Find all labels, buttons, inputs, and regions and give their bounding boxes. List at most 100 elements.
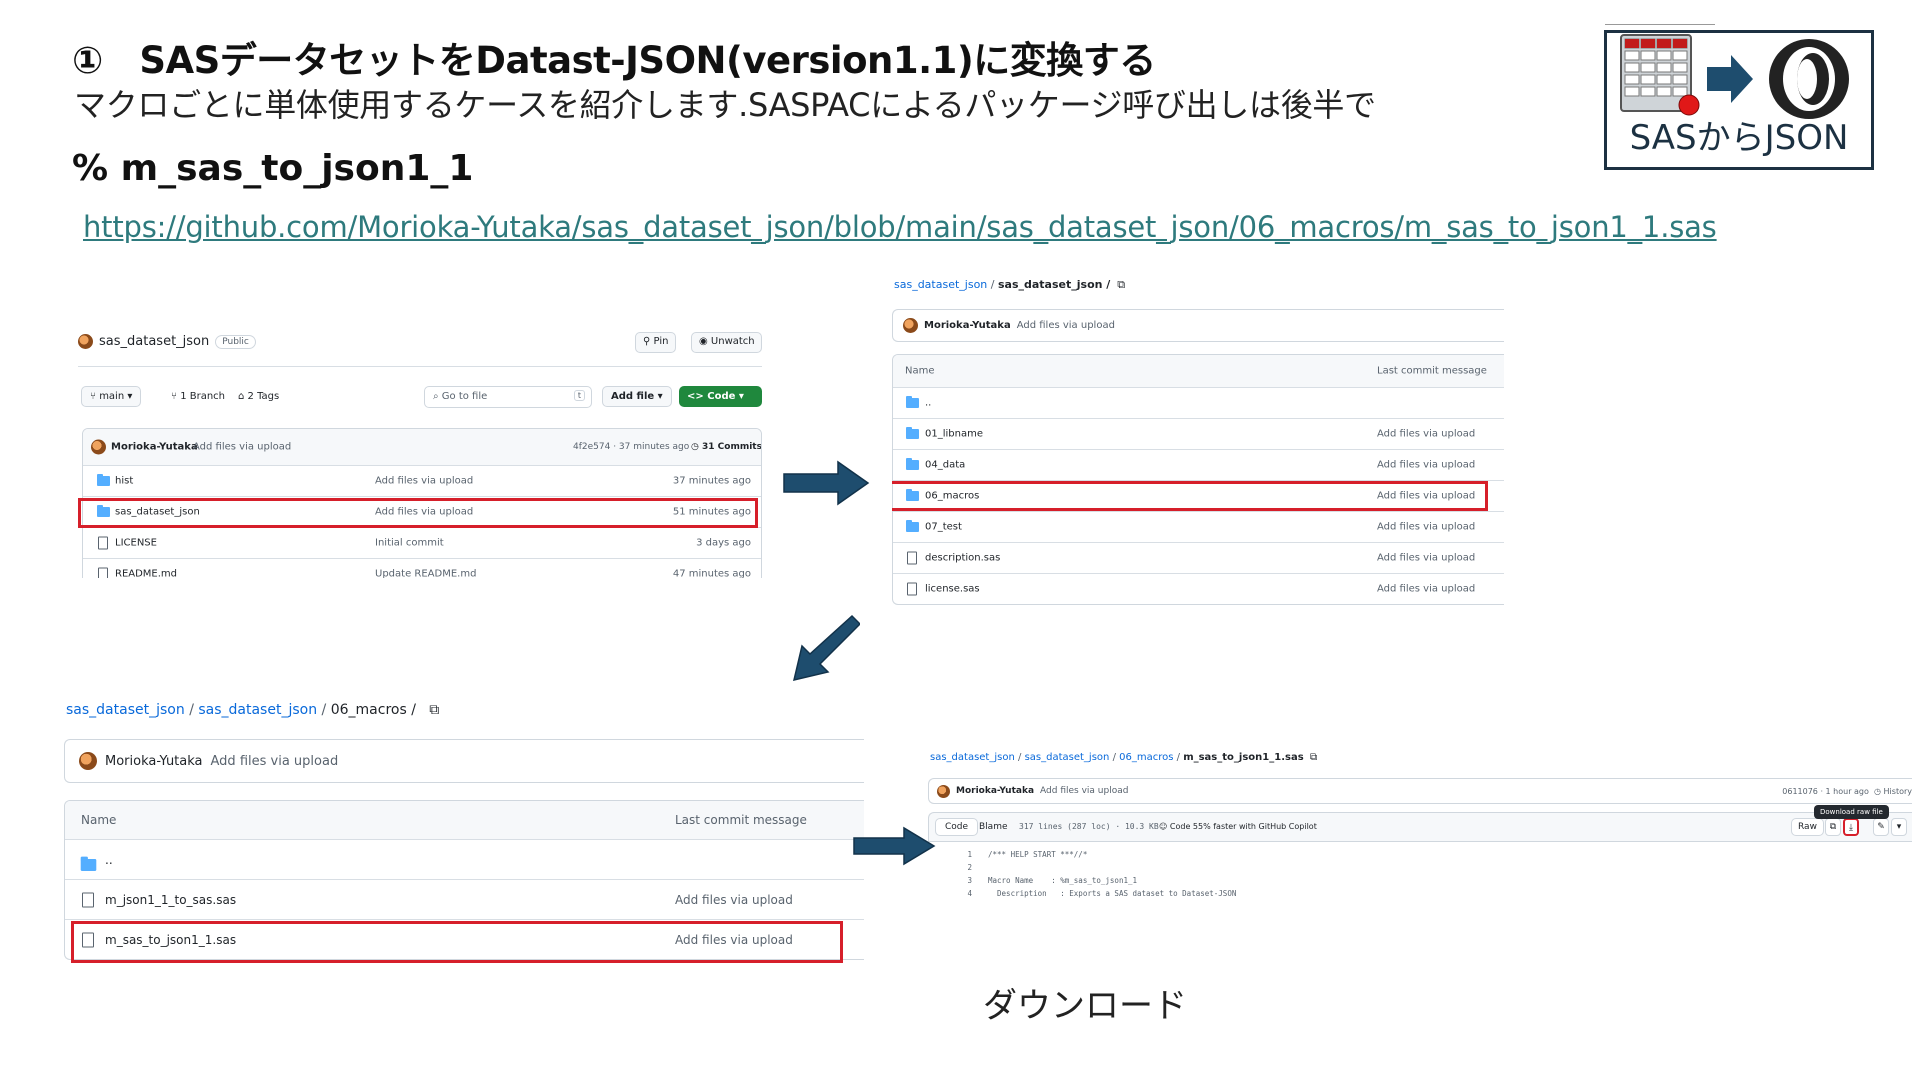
avatar (91, 439, 106, 455)
line-number: 4 (967, 889, 972, 898)
file-icon (98, 536, 108, 550)
macro-url-link[interactable]: https://github.com/Morioka-Yutaka/sas_da… (83, 210, 1717, 244)
file-icon (82, 892, 94, 907)
commit-author[interactable]: Morioka-Yutaka (111, 442, 198, 453)
history-icon: ◷ (1871, 786, 1884, 796)
row-commit-message[interactable]: Add files via upload (1377, 553, 1475, 564)
breadcrumb-mid[interactable]: sas_dataset_json (198, 702, 317, 718)
unwatch-button[interactable]: ◉ Unwatch (691, 332, 762, 353)
table-row[interactable]: 01_libname Add files via upload (893, 418, 1504, 449)
repo-name[interactable]: sas_dataset_json (99, 334, 209, 349)
copy-path-icon[interactable]: ⧉ (1114, 278, 1125, 291)
tags-link[interactable]: ⌂ 2 Tags (238, 391, 279, 402)
tab-code[interactable]: Code (935, 818, 979, 836)
commit-meta[interactable]: 4f2e574 · 37 minutes ago (573, 442, 689, 452)
go-to-file-input[interactable]: ⌕ Go to file t (424, 386, 592, 408)
breadcrumb-root[interactable]: sas_dataset_json (930, 752, 1015, 763)
row-commit-message[interactable]: Initial commit (375, 538, 444, 549)
breadcrumb-sep: / (990, 278, 998, 291)
chevron-down-icon: ▾ (124, 391, 133, 402)
commit-message[interactable]: Add files via upload (1017, 320, 1115, 331)
copy-path-icon[interactable]: ⧉ (420, 702, 439, 718)
table-row[interactable]: license.sas Add files via upload (893, 573, 1504, 604)
folder-icon (80, 856, 97, 871)
breadcrumb-current: m_sas_to_json1_1.sas (1183, 752, 1304, 763)
table-row[interactable]: description.sas Add files via upload (893, 542, 1504, 573)
chevron-down-icon: ▾ (654, 391, 663, 402)
commit-message[interactable]: Add files via upload (193, 442, 291, 453)
avatar (903, 318, 918, 333)
commit-author[interactable]: Morioka-Yutaka (105, 754, 203, 769)
breadcrumb-mid[interactable]: sas_dataset_json (1025, 752, 1110, 763)
file-name[interactable]: README.md (115, 569, 177, 579)
row-commit-message[interactable]: Add files via upload (1377, 460, 1475, 471)
sas-to-json-logo: SASからJSON (1604, 30, 1874, 170)
breadcrumb-root[interactable]: sas_dataset_json (894, 278, 987, 291)
row-commit-message[interactable]: Add files via upload (675, 893, 793, 907)
visibility-badge: Public (215, 334, 256, 349)
file-name[interactable]: .. (105, 853, 113, 867)
edit-icon[interactable]: ✎ (1873, 818, 1889, 836)
table-row[interactable]: LICENSE Initial commit 3 days ago (83, 527, 761, 558)
file-name[interactable]: description.sas (925, 553, 1000, 564)
raw-button[interactable]: Raw (1791, 818, 1824, 836)
code-button[interactable]: <> Code ▾ (679, 386, 762, 407)
file-name[interactable]: license.sas (925, 584, 980, 595)
file-name[interactable]: hist (115, 476, 133, 487)
file-name[interactable]: 07_test (925, 522, 962, 533)
download-icon[interactable]: ⤓ (1843, 818, 1859, 836)
table-row[interactable]: 07_test Add files via upload (893, 511, 1504, 542)
row-commit-message[interactable]: Add files via upload (1377, 429, 1475, 440)
table-row[interactable]: hist Add files via upload 37 minutes ago (83, 465, 761, 496)
copy-icon[interactable]: ⧉ (1825, 818, 1841, 836)
tab-blame[interactable]: Blame (979, 822, 1008, 832)
commit-author[interactable]: Morioka-Yutaka (924, 320, 1011, 331)
commit-hash-time[interactable]: 0611076 · 1 hour ago (1782, 787, 1869, 796)
logo-divider (1605, 24, 1715, 25)
add-file-label: Add file (611, 391, 655, 402)
logo-text: SASからJSON (1629, 118, 1849, 158)
pin-button[interactable]: ⚲ Pin (635, 332, 677, 353)
file-name[interactable]: m_json1_1_to_sas.sas (105, 893, 236, 907)
table-row[interactable]: 04_data Add files via upload (893, 449, 1504, 480)
add-file-button[interactable]: Add file ▾ (602, 386, 672, 407)
latest-commit-bar: Morioka-Yutaka Add files via upload (64, 739, 864, 783)
col-name: Name (81, 813, 117, 827)
breadcrumb-root[interactable]: sas_dataset_json (66, 702, 185, 718)
copilot-promo[interactable]: ☺ Code 55% faster with GitHub Copilot (1159, 822, 1317, 831)
chevron-down-icon: ▾ (735, 391, 744, 402)
file-name[interactable]: LICENSE (115, 538, 157, 549)
col-last-commit: Last commit message (675, 813, 807, 827)
breadcrumb-current: 06_macros / (330, 702, 416, 718)
row-commit-message[interactable]: Add files via upload (1377, 522, 1475, 533)
history-link[interactable]: History (1884, 787, 1912, 796)
breadcrumb: sas_dataset_json / sas_dataset_json / 06… (930, 752, 1317, 763)
commit-message[interactable]: Add files via upload (211, 754, 339, 769)
commits-link[interactable]: ◷ 31 Commits (691, 442, 761, 452)
table-row[interactable]: .. (65, 839, 864, 879)
row-commit-message[interactable]: Update README.md (375, 569, 476, 579)
highlight-box-m-sas-to-json (71, 921, 843, 963)
copy-path-icon[interactable]: ⧉ (1307, 752, 1317, 763)
file-name[interactable]: 01_libname (925, 429, 983, 440)
file-name[interactable]: .. (925, 398, 931, 409)
folder-icon (906, 427, 919, 439)
commit-author[interactable]: Morioka-Yutaka (956, 786, 1034, 796)
chevron-down-icon[interactable]: ▾ (1891, 818, 1907, 836)
copilot-text: Code 55% faster with GitHub Copilot (1169, 822, 1317, 831)
code-label: Code (707, 391, 736, 402)
table-row[interactable]: m_json1_1_to_sas.sas Add files via uploa… (65, 879, 864, 919)
latest-commit-bar: Morioka-Yutaka Add files via upload 0611… (928, 778, 1912, 804)
branch-selector[interactable]: ⑂ main ▾ (81, 386, 142, 407)
file-name[interactable]: 04_data (925, 460, 965, 471)
avatar (79, 752, 97, 770)
branches-link[interactable]: ⑂ 1 Branch (171, 391, 225, 402)
breadcrumb-folder[interactable]: 06_macros (1119, 752, 1173, 763)
table-row[interactable]: README.md Update README.md 47 minutes ag… (83, 558, 761, 578)
commit-message[interactable]: Add files via upload (1040, 786, 1128, 796)
table-row[interactable]: .. (893, 387, 1504, 418)
repo-root-screenshot: sas_dataset_json Public ⚲ Pin ◉ Unwatch … (78, 326, 762, 578)
row-commit-message[interactable]: Add files via upload (1377, 584, 1475, 595)
row-commit-message[interactable]: Add files via upload (375, 476, 473, 487)
repo-header: sas_dataset_json Public (78, 334, 256, 349)
